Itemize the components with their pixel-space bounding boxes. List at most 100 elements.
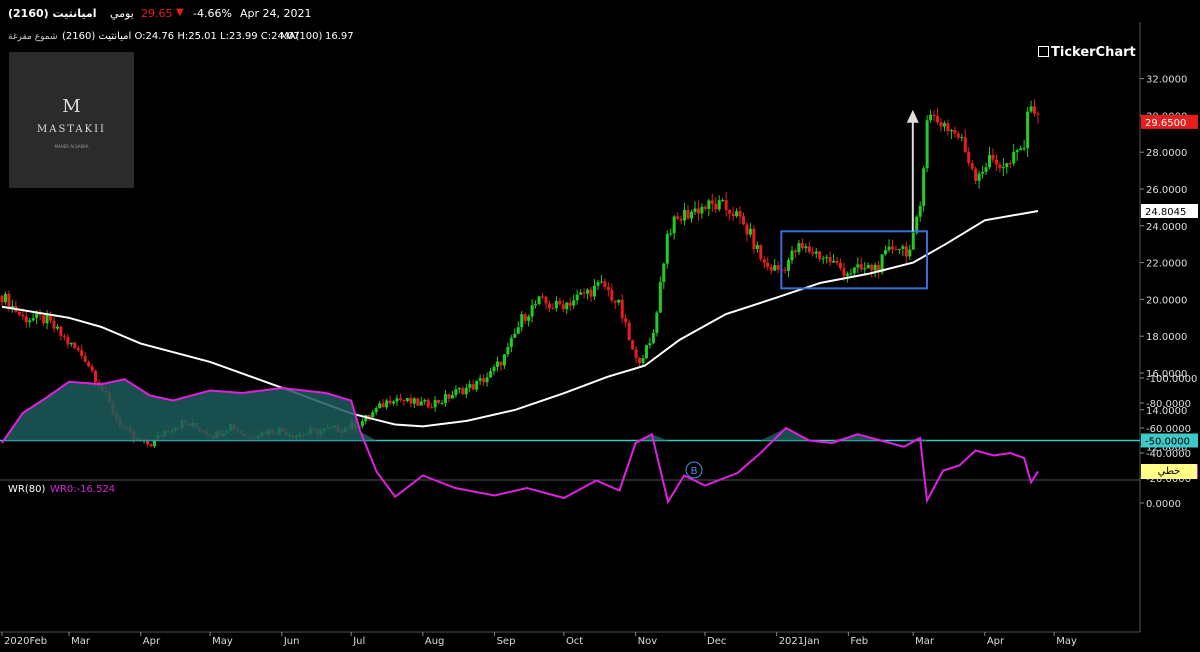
candle-down[interactable]	[1033, 106, 1037, 114]
candle-up[interactable]	[721, 200, 725, 202]
candle-up[interactable]	[977, 173, 981, 181]
candle-down[interactable]	[482, 378, 486, 383]
candle-down[interactable]	[430, 407, 434, 409]
candle-down[interactable]	[769, 267, 773, 271]
candle-up[interactable]	[790, 250, 794, 261]
candle-up[interactable]	[773, 265, 777, 271]
candle-down[interactable]	[402, 399, 406, 402]
candle-down[interactable]	[752, 228, 756, 249]
candle-up[interactable]	[575, 294, 579, 301]
candle-down[interactable]	[90, 366, 94, 371]
candle-up[interactable]	[690, 211, 694, 219]
candle-up[interactable]	[502, 354, 506, 366]
candle-up[interactable]	[804, 246, 808, 249]
candle-up[interactable]	[942, 123, 946, 127]
candle-down[interactable]	[544, 296, 548, 304]
candle-up[interactable]	[717, 200, 721, 210]
candle-up[interactable]	[873, 264, 877, 271]
candle-up[interactable]	[592, 285, 596, 297]
candle-down[interactable]	[42, 315, 46, 324]
candle-down[interactable]	[627, 322, 631, 341]
candle-up[interactable]	[565, 302, 569, 310]
candle-down[interactable]	[603, 281, 607, 287]
candle-down[interactable]	[24, 316, 28, 323]
candle-up[interactable]	[984, 167, 988, 172]
candle-up[interactable]	[648, 343, 652, 346]
candle-up[interactable]	[1019, 148, 1023, 151]
candle-down[interactable]	[631, 340, 635, 350]
candle-up[interactable]	[444, 394, 448, 403]
candle-up[interactable]	[454, 389, 458, 395]
candle-up[interactable]	[863, 268, 867, 270]
candle-down[interactable]	[76, 348, 80, 351]
candle-up[interactable]	[1026, 111, 1030, 149]
candle-down[interactable]	[83, 355, 87, 363]
candle-down[interactable]	[859, 264, 863, 270]
candle-down[interactable]	[52, 320, 56, 329]
candle-up[interactable]	[31, 318, 35, 321]
candle-down[interactable]	[62, 335, 66, 338]
candle-up[interactable]	[918, 205, 922, 217]
candle-down[interactable]	[894, 249, 898, 251]
candle-down[interactable]	[970, 163, 974, 169]
candle-up[interactable]	[520, 314, 524, 328]
candle-down[interactable]	[523, 314, 527, 321]
candle-down[interactable]	[59, 326, 63, 336]
candle-down[interactable]	[696, 208, 700, 214]
candle-down[interactable]	[551, 308, 555, 310]
candle-down[interactable]	[728, 210, 732, 214]
candle-up[interactable]	[374, 408, 378, 413]
candle-up[interactable]	[825, 257, 829, 259]
candle-down[interactable]	[759, 245, 763, 260]
candle-up[interactable]	[662, 263, 666, 283]
candle-up[interactable]	[371, 412, 375, 418]
candle-down[interactable]	[80, 350, 84, 356]
candle-up[interactable]	[987, 155, 991, 168]
candle-up[interactable]	[599, 281, 603, 283]
candle-up[interactable]	[1001, 167, 1005, 169]
candle-up[interactable]	[457, 388, 461, 390]
candle-down[interactable]	[94, 370, 98, 383]
candle-up[interactable]	[572, 300, 576, 306]
candle-down[interactable]	[7, 293, 11, 309]
candle-up[interactable]	[3, 293, 7, 303]
candle-up[interactable]	[908, 249, 912, 257]
candle-down[interactable]	[800, 243, 804, 249]
candle-down[interactable]	[714, 203, 718, 210]
candle-up[interactable]	[617, 299, 621, 303]
candle-up[interactable]	[506, 346, 510, 355]
candle-down[interactable]	[963, 137, 967, 153]
candle-up[interactable]	[929, 114, 933, 121]
candle-down[interactable]	[541, 296, 545, 298]
candle-down[interactable]	[620, 299, 624, 319]
candle-down[interactable]	[367, 414, 371, 418]
candle-up[interactable]	[1015, 150, 1019, 152]
candle-up[interactable]	[866, 264, 870, 269]
candle-down[interactable]	[381, 403, 385, 408]
candle-up[interactable]	[1022, 148, 1026, 150]
candle-up[interactable]	[693, 208, 697, 212]
candle-up[interactable]	[534, 303, 538, 306]
candle-up[interactable]	[450, 394, 454, 399]
candle-down[interactable]	[738, 211, 742, 217]
candle-up[interactable]	[478, 378, 482, 381]
candle-up[interactable]	[596, 282, 600, 286]
candle-down[interactable]	[21, 314, 25, 317]
candle-up[interactable]	[644, 345, 648, 359]
candle-down[interactable]	[967, 152, 971, 164]
candle-down[interactable]	[956, 133, 960, 138]
candle-up[interactable]	[641, 358, 645, 363]
candle-down[interactable]	[946, 123, 950, 132]
candle-down[interactable]	[87, 362, 91, 367]
candle-up[interactable]	[658, 282, 662, 313]
candle-down[interactable]	[679, 218, 683, 221]
candle-up[interactable]	[856, 264, 860, 268]
wr-plot[interactable]	[0, 378, 1140, 505]
candle-up[interactable]	[821, 258, 825, 260]
candle-down[interactable]	[416, 398, 420, 406]
candle-down[interactable]	[818, 251, 822, 259]
candle-down[interactable]	[932, 114, 936, 117]
candle-up[interactable]	[586, 289, 590, 294]
candle-down[interactable]	[904, 246, 908, 257]
candle-up[interactable]	[1012, 151, 1016, 164]
